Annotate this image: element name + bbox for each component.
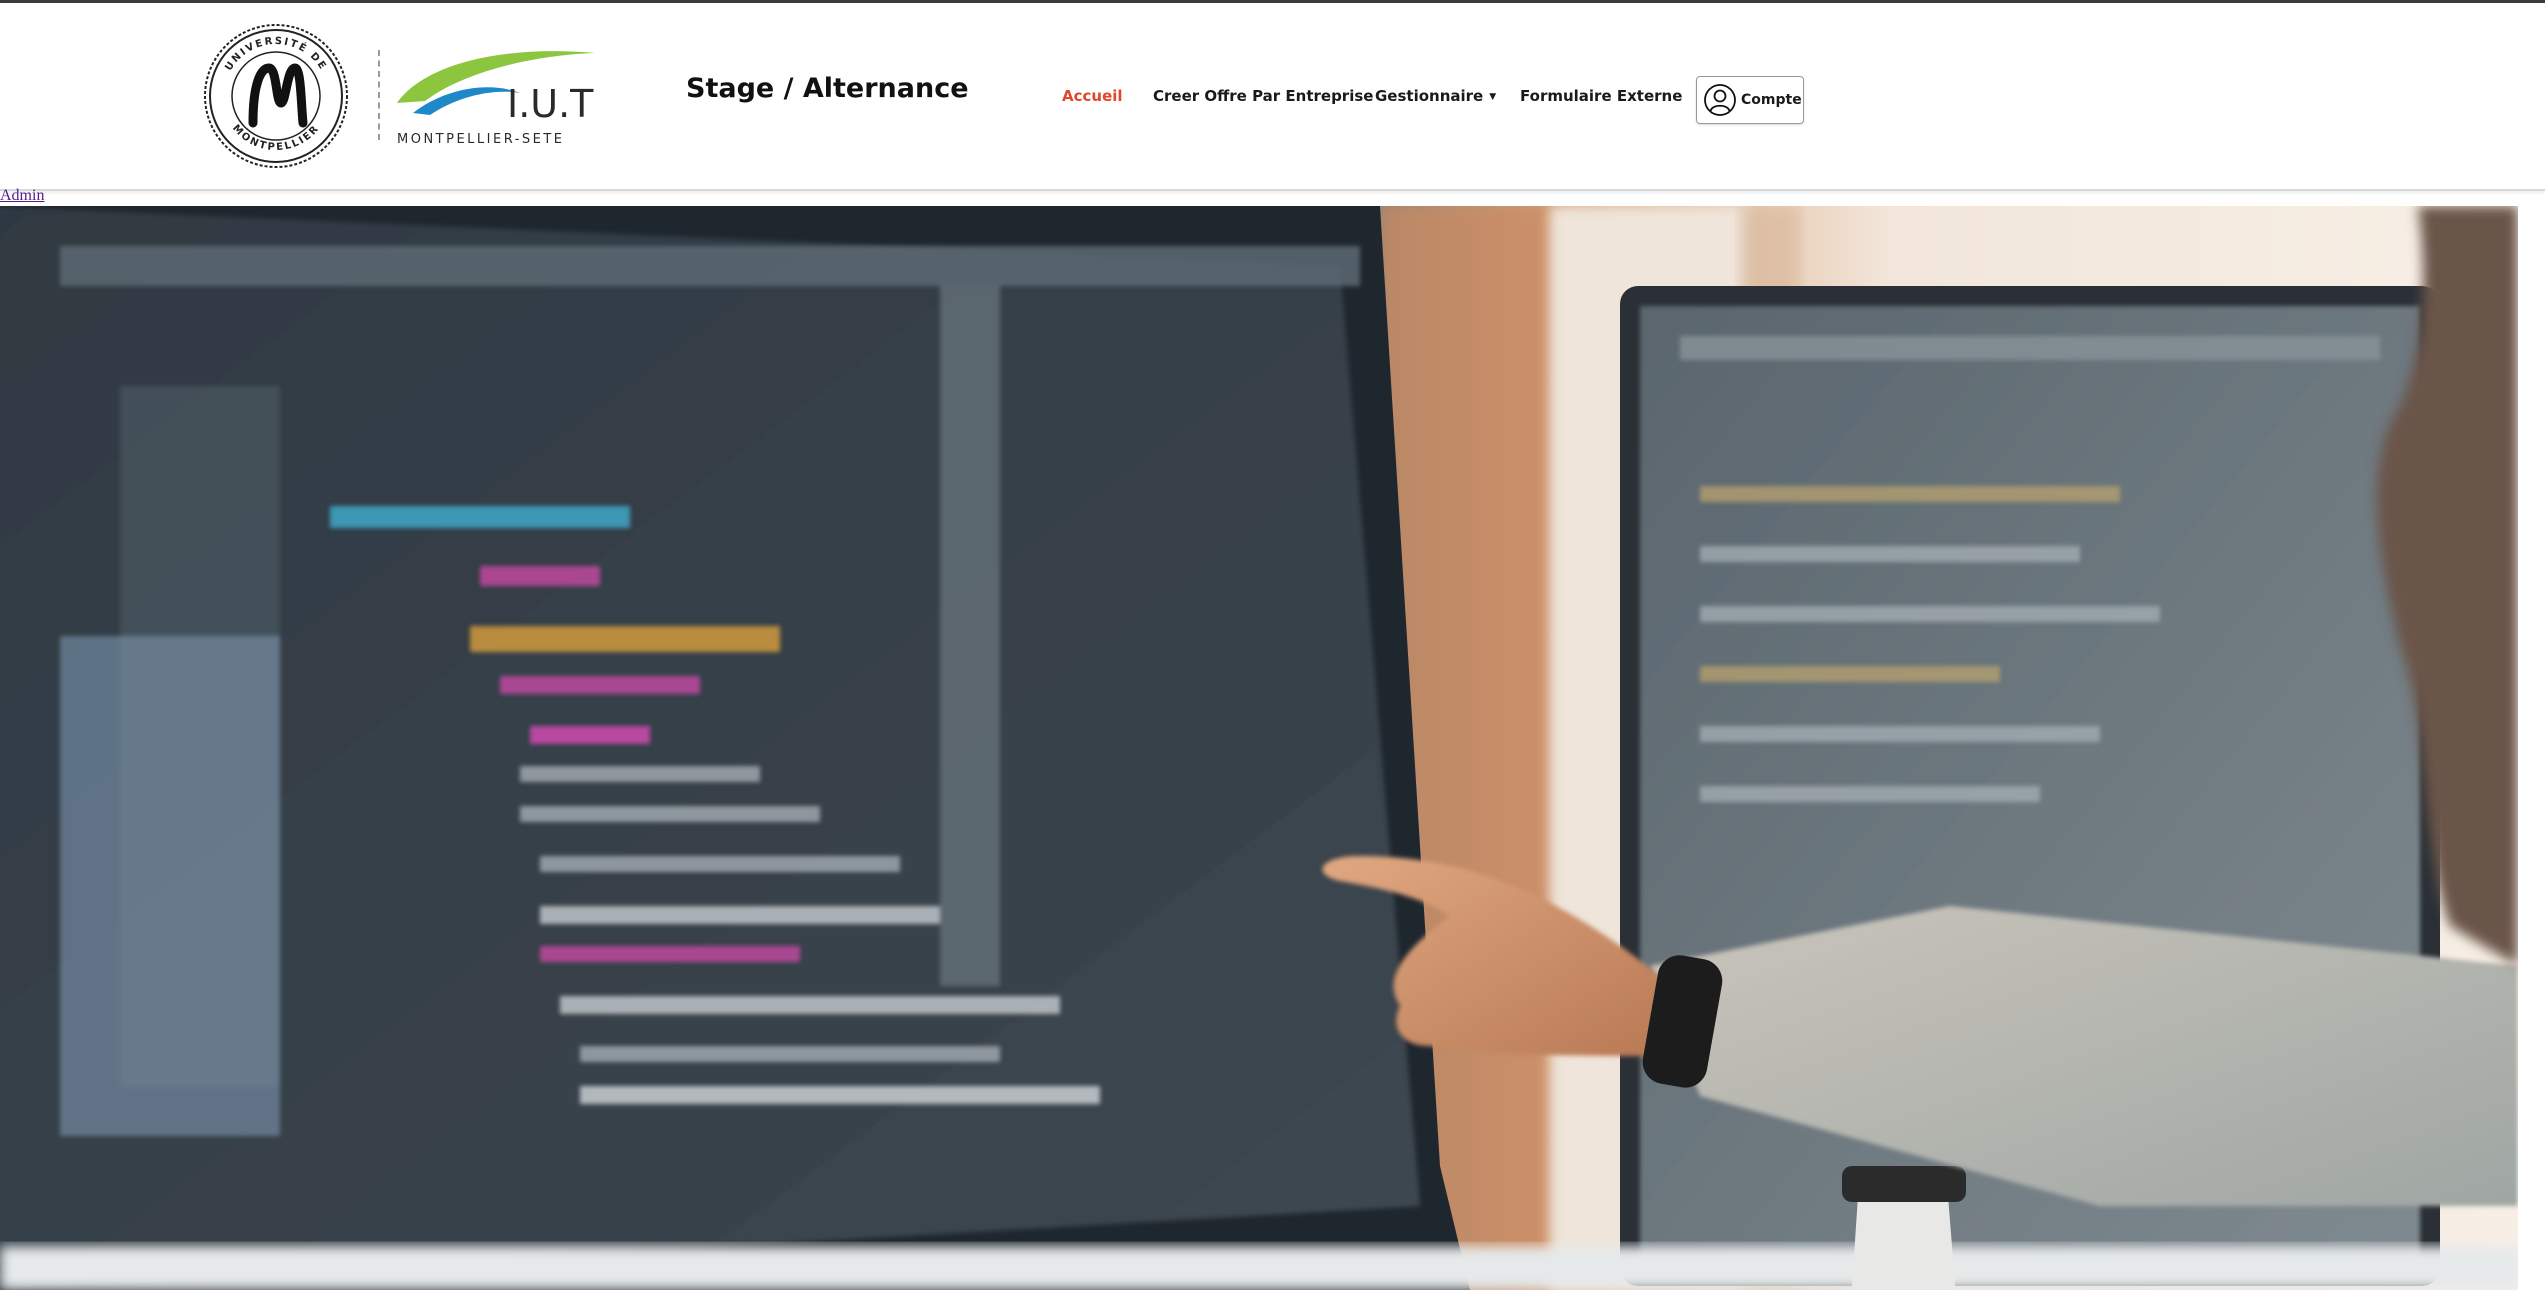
universite-montpellier-logo-icon[interactable]: UNIVERSITÉ DE MONTPELLIER — [203, 23, 349, 169]
user-circle-icon — [1704, 84, 1736, 116]
nav-item-gestionnaire-label: Gestionnaire — [1375, 87, 1484, 105]
iut-montpellier-sete-logo-icon[interactable]: I.U.T MONTPELLIER-SETE — [395, 43, 610, 151]
iut-logo-text: I.U.T — [507, 82, 594, 126]
site-title: Stage / Alternance — [686, 73, 969, 104]
admin-link[interactable]: Admin — [0, 187, 44, 205]
nav-item-accueil[interactable]: Accueil — [1062, 87, 1123, 105]
nav-item-gestionnaire[interactable]: Gestionnaire ▼ — [1375, 87, 1496, 105]
hero-image — [0, 206, 2518, 1290]
nav-item-formulaire-externe[interactable]: Formulaire Externe — [1520, 87, 1682, 105]
chevron-down-icon: ▼ — [1489, 91, 1497, 102]
iut-logo-subtext: MONTPELLIER-SETE — [397, 132, 565, 147]
account-button[interactable]: Compte — [1696, 76, 1804, 124]
nav-item-creer-offre[interactable]: Creer Offre Par Entreprise — [1153, 87, 1373, 105]
site-header: UNIVERSITÉ DE MONTPELLIER I.U.T MONTPELL… — [0, 3, 2545, 191]
account-button-label: Compte — [1741, 92, 1802, 108]
logo-divider — [378, 50, 380, 140]
